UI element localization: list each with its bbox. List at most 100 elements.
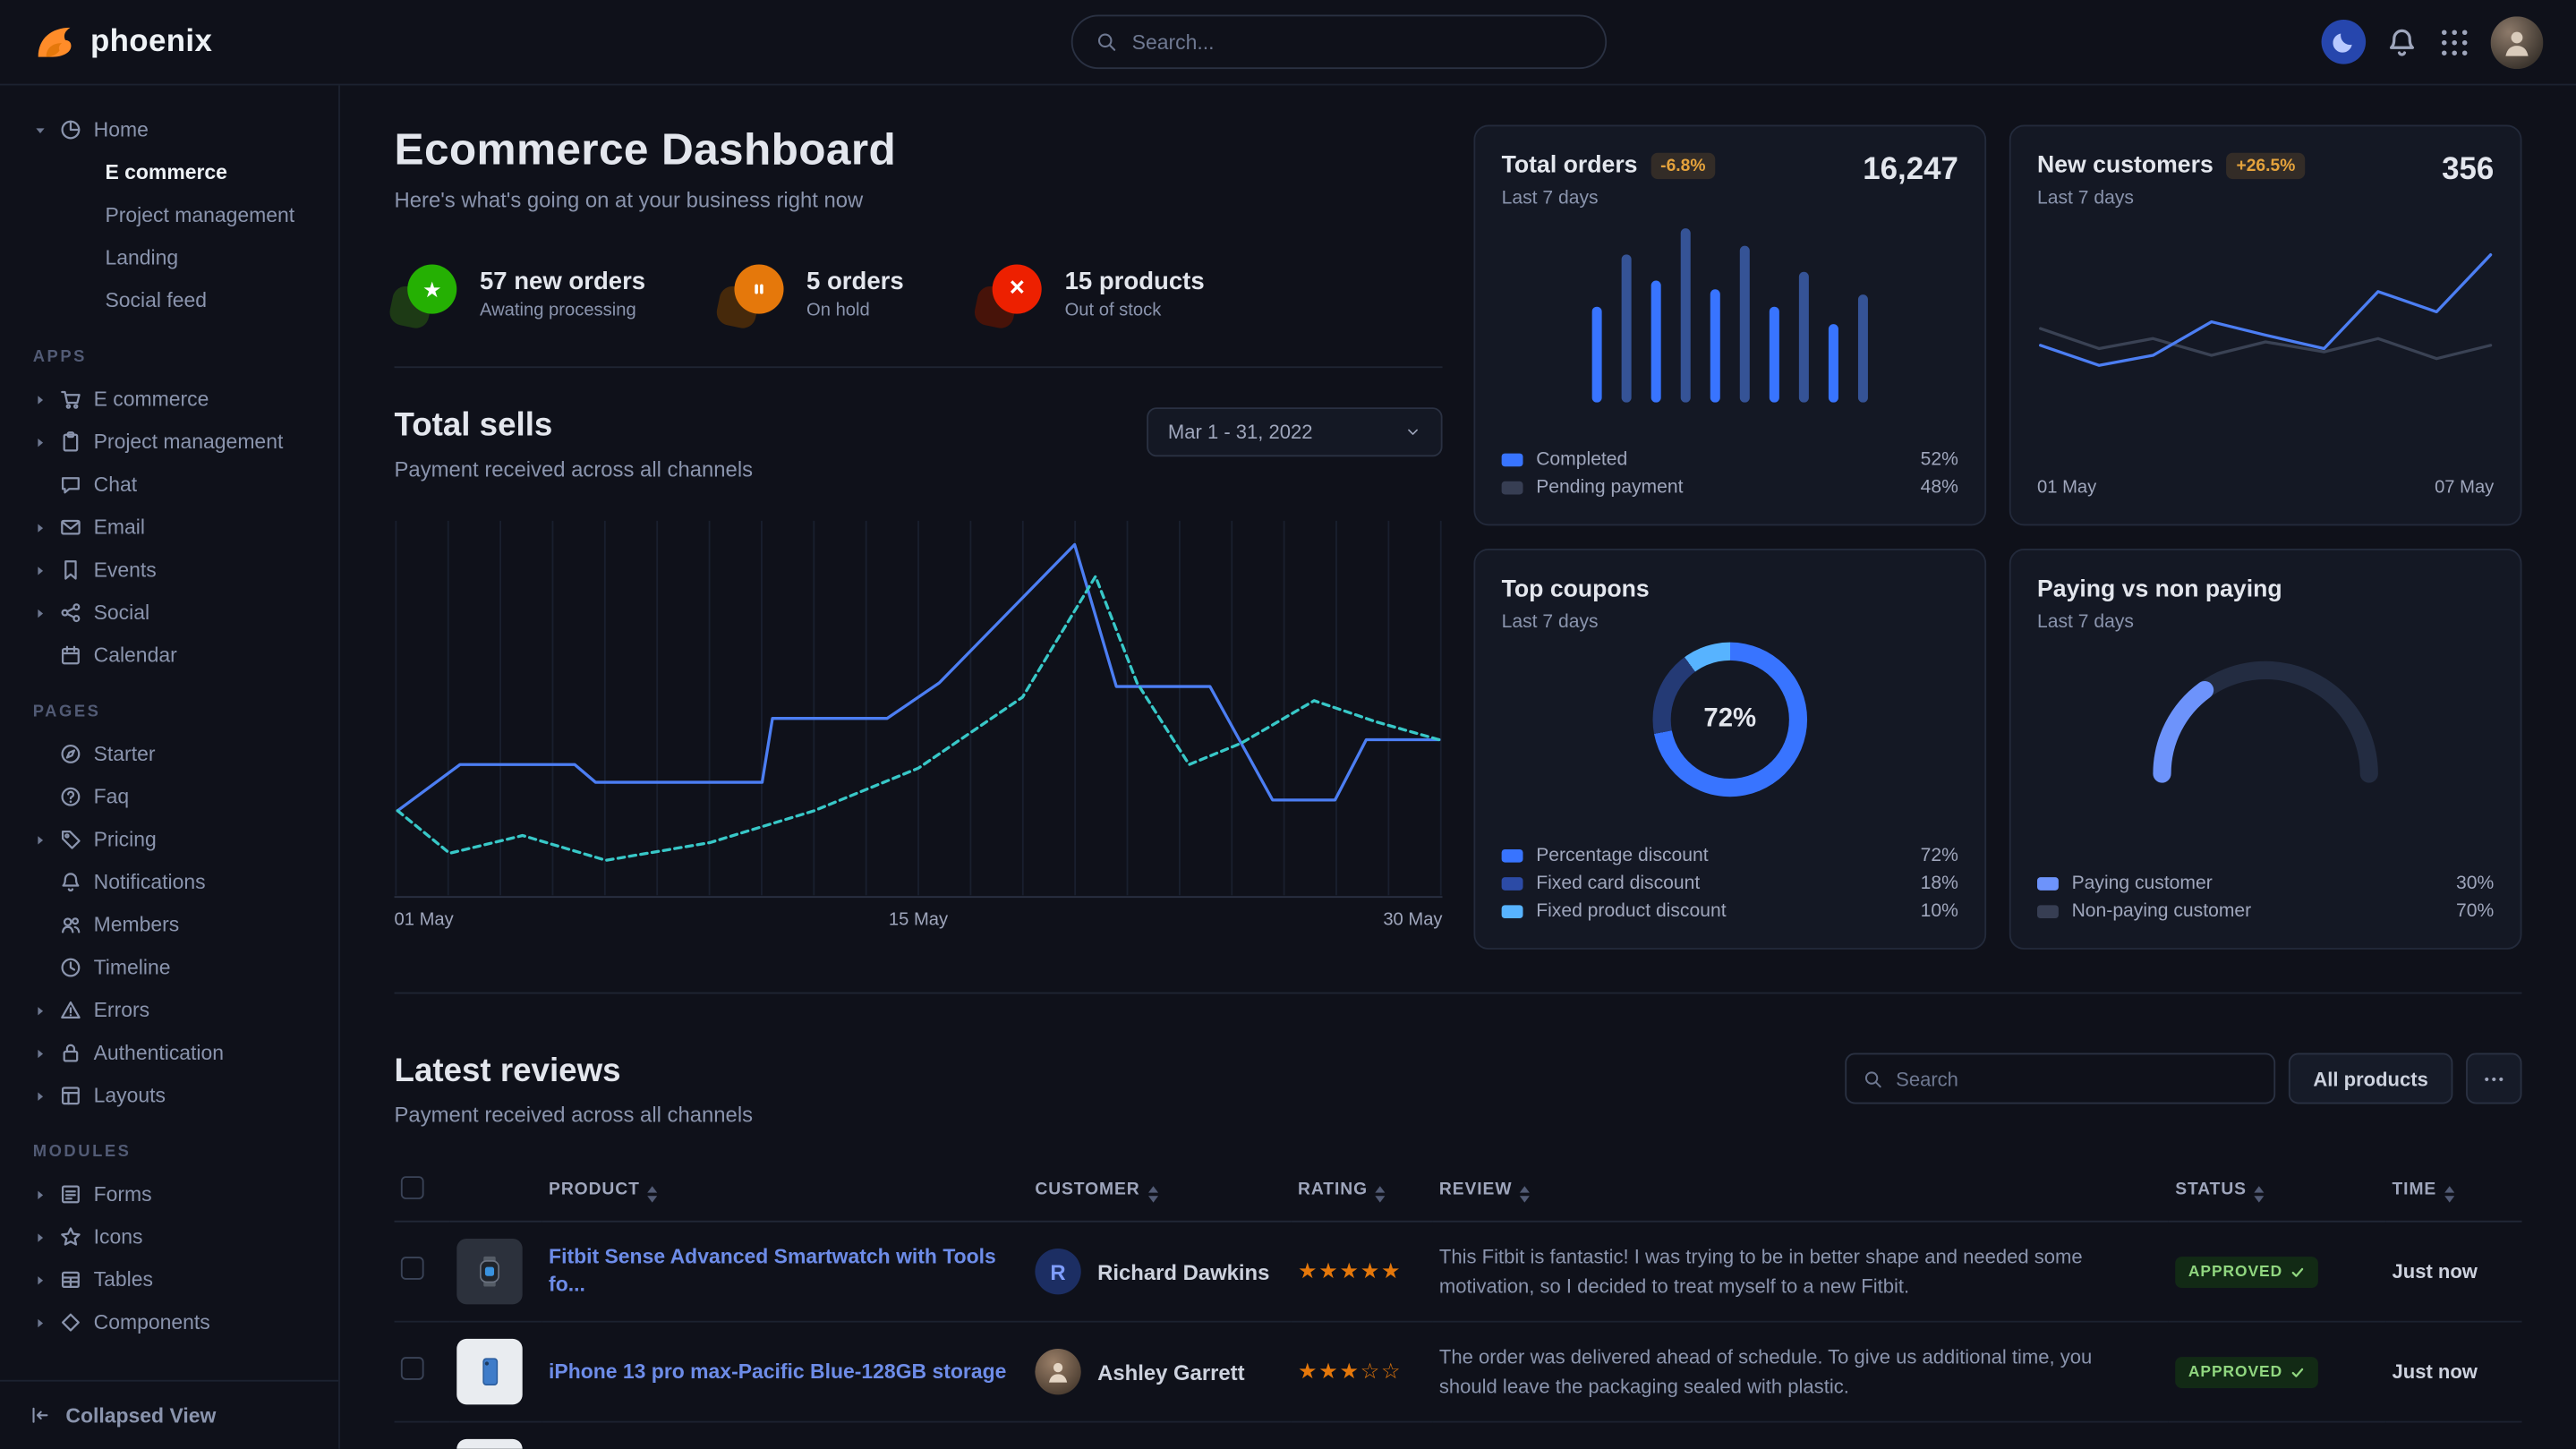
global-search-input[interactable]	[1132, 30, 1582, 54]
date-range-select[interactable]: Mar 1 - 31, 2022	[1147, 407, 1443, 456]
sidebar-item-home[interactable]: Home	[20, 108, 319, 151]
sidebar-item-social[interactable]: Social	[20, 592, 319, 635]
x-tick: 01 May	[2037, 478, 2096, 498]
sidebar-item-label: Chat	[94, 473, 137, 497]
legend-label: Pending payment	[1536, 478, 1683, 498]
total-sells-chart	[395, 517, 1443, 899]
legend-value: 10%	[1921, 902, 1958, 922]
review-time: Just now	[2392, 1260, 2477, 1283]
sidebar-item-label: Events	[94, 558, 157, 582]
review-text: The order was delivered ahead of schedul…	[1439, 1342, 2162, 1402]
chevron-down-icon	[1404, 424, 1420, 440]
row-checkbox[interactable]	[401, 1256, 424, 1279]
user-avatar[interactable]	[2491, 15, 2544, 68]
coupons-donut-chart: 72%	[1653, 643, 1808, 797]
stat-caption: Awating processing	[480, 301, 645, 320]
sidebar-section-label: PAGES	[33, 703, 306, 721]
sidebar-item-layouts[interactable]: Layouts	[20, 1074, 319, 1117]
sidebar-item-forms[interactable]: Forms	[20, 1173, 319, 1216]
customer-cell: Ashley Garrett	[1035, 1349, 1284, 1394]
caret-spacer	[33, 789, 48, 805]
sidebar-item-project-management[interactable]: Project management	[20, 421, 319, 464]
collapsed-view-toggle[interactable]: Collapsed View	[0, 1380, 338, 1449]
brand-name: phoenix	[90, 24, 212, 60]
sidebar-item-notifications[interactable]: Notifications	[20, 861, 319, 904]
bookmark-icon	[59, 558, 82, 582]
all-products-button[interactable]: All products	[2289, 1053, 2453, 1104]
sort-icon[interactable]	[2255, 1185, 2265, 1201]
customers-x-axis: 01 May 07 May	[2037, 478, 2494, 498]
warning-icon	[59, 999, 82, 1022]
sidebar-subitem-e-commerce[interactable]: E commerce	[20, 151, 319, 194]
sidebar-item-errors[interactable]: Errors	[20, 989, 319, 1032]
app-root: phoenix HomeE commerceProject management…	[0, 0, 2576, 1449]
product-link[interactable]: iPhone 13 pro max-Pacific Blue-128GB sto…	[549, 1358, 1022, 1385]
sidebar-nav: HomeE commerceProject managementLandingS…	[0, 85, 338, 1379]
stat-item-awating-processing: ★57 new ordersAwating processing	[395, 265, 646, 324]
notifications-button[interactable]	[2385, 25, 2418, 58]
reviews-search-input[interactable]	[1896, 1067, 2257, 1090]
sidebar-subitem-landing[interactable]: Landing	[20, 236, 319, 279]
sidebar-item-authentication[interactable]: Authentication	[20, 1032, 319, 1075]
sort-icon[interactable]	[2444, 1185, 2454, 1201]
brand[interactable]: phoenix	[33, 21, 213, 64]
caret-right-icon	[33, 434, 48, 449]
reviews-search[interactable]	[1845, 1053, 2275, 1104]
sidebar-item-e-commerce[interactable]: E commerce	[20, 378, 319, 421]
sidebar-item-email[interactable]: Email	[20, 506, 319, 549]
caret-right-icon	[33, 1187, 48, 1202]
caret-spacer	[33, 917, 48, 933]
pause-stat-icon	[721, 265, 784, 324]
star-filled-icon: ★	[1318, 1359, 1339, 1384]
sidebar-item-calendar[interactable]: Calendar	[20, 635, 319, 678]
sort-icon[interactable]	[648, 1185, 658, 1201]
sidebar-item-label: Faq	[94, 785, 130, 808]
legend-swatch	[1502, 905, 1523, 918]
status-badge: APPROVED	[2175, 1257, 2318, 1288]
legend-item: Non-paying customer70%	[2037, 902, 2494, 922]
paying-gauge-chart	[2142, 645, 2388, 783]
sidebar-item-timeline[interactable]: Timeline	[20, 946, 319, 989]
product-link[interactable]: Fitbit Sense Advanced Smartwatch with To…	[549, 1244, 1022, 1300]
sidebar-item-faq[interactable]: Faq	[20, 775, 319, 818]
sort-icon[interactable]	[1521, 1185, 1531, 1201]
legend-label: Fixed product discount	[1536, 902, 1726, 922]
stat-value: 5 orders	[806, 268, 904, 295]
global-search[interactable]	[1071, 15, 1607, 70]
sidebar-subitem-project-management[interactable]: Project management	[20, 194, 319, 237]
sidebar-item-icons[interactable]: Icons	[20, 1215, 319, 1258]
legend-value: 52%	[1921, 450, 1958, 470]
reviews-table: PRODUCT CUSTOMER RATING REVIEW STATUS TI…	[395, 1163, 2522, 1449]
row-checkbox[interactable]	[401, 1356, 424, 1379]
select-all-checkbox[interactable]	[401, 1176, 424, 1199]
review-text: This Fitbit is fantastic! I was trying t…	[1439, 1242, 2162, 1301]
sidebar-item-members[interactable]: Members	[20, 904, 319, 947]
trend-badge: +26.5%	[2226, 153, 2305, 179]
sidebar-item-label: Project management	[94, 430, 284, 454]
sort-icon[interactable]	[1376, 1185, 1386, 1201]
caret-down-icon	[33, 123, 48, 138]
clipboard-icon	[59, 430, 82, 454]
sidebar-item-chat[interactable]: Chat	[20, 464, 319, 507]
more-options-button[interactable]	[2466, 1053, 2521, 1104]
page-title: Ecommerce Dashboard	[395, 124, 1443, 175]
stat-value: 57 new orders	[480, 268, 645, 295]
caret-right-icon	[33, 1230, 48, 1245]
legend-value: 72%	[1921, 846, 1958, 865]
sidebar-item-starter[interactable]: Starter	[20, 733, 319, 776]
sidebar-item-tables[interactable]: Tables	[20, 1258, 319, 1301]
donut-center-value: 72%	[1671, 661, 1789, 779]
navbar-actions	[2322, 15, 2544, 68]
sort-icon[interactable]	[1148, 1185, 1158, 1201]
caret-right-icon	[33, 1045, 48, 1061]
apps-menu-button[interactable]	[2438, 25, 2471, 58]
sidebar-subitem-social-feed[interactable]: Social feed	[20, 279, 319, 322]
card-title: Top coupons	[1502, 576, 1650, 602]
sidebar-item-pricing[interactable]: Pricing	[20, 818, 319, 861]
theme-toggle-button[interactable]	[2322, 20, 2367, 64]
sidebar-item-events[interactable]: Events	[20, 549, 319, 592]
sidebar-item-components[interactable]: Components	[20, 1301, 319, 1344]
product-image	[456, 1339, 522, 1404]
caret-right-icon	[33, 392, 48, 407]
sidebar-item-label: Starter	[94, 743, 156, 766]
